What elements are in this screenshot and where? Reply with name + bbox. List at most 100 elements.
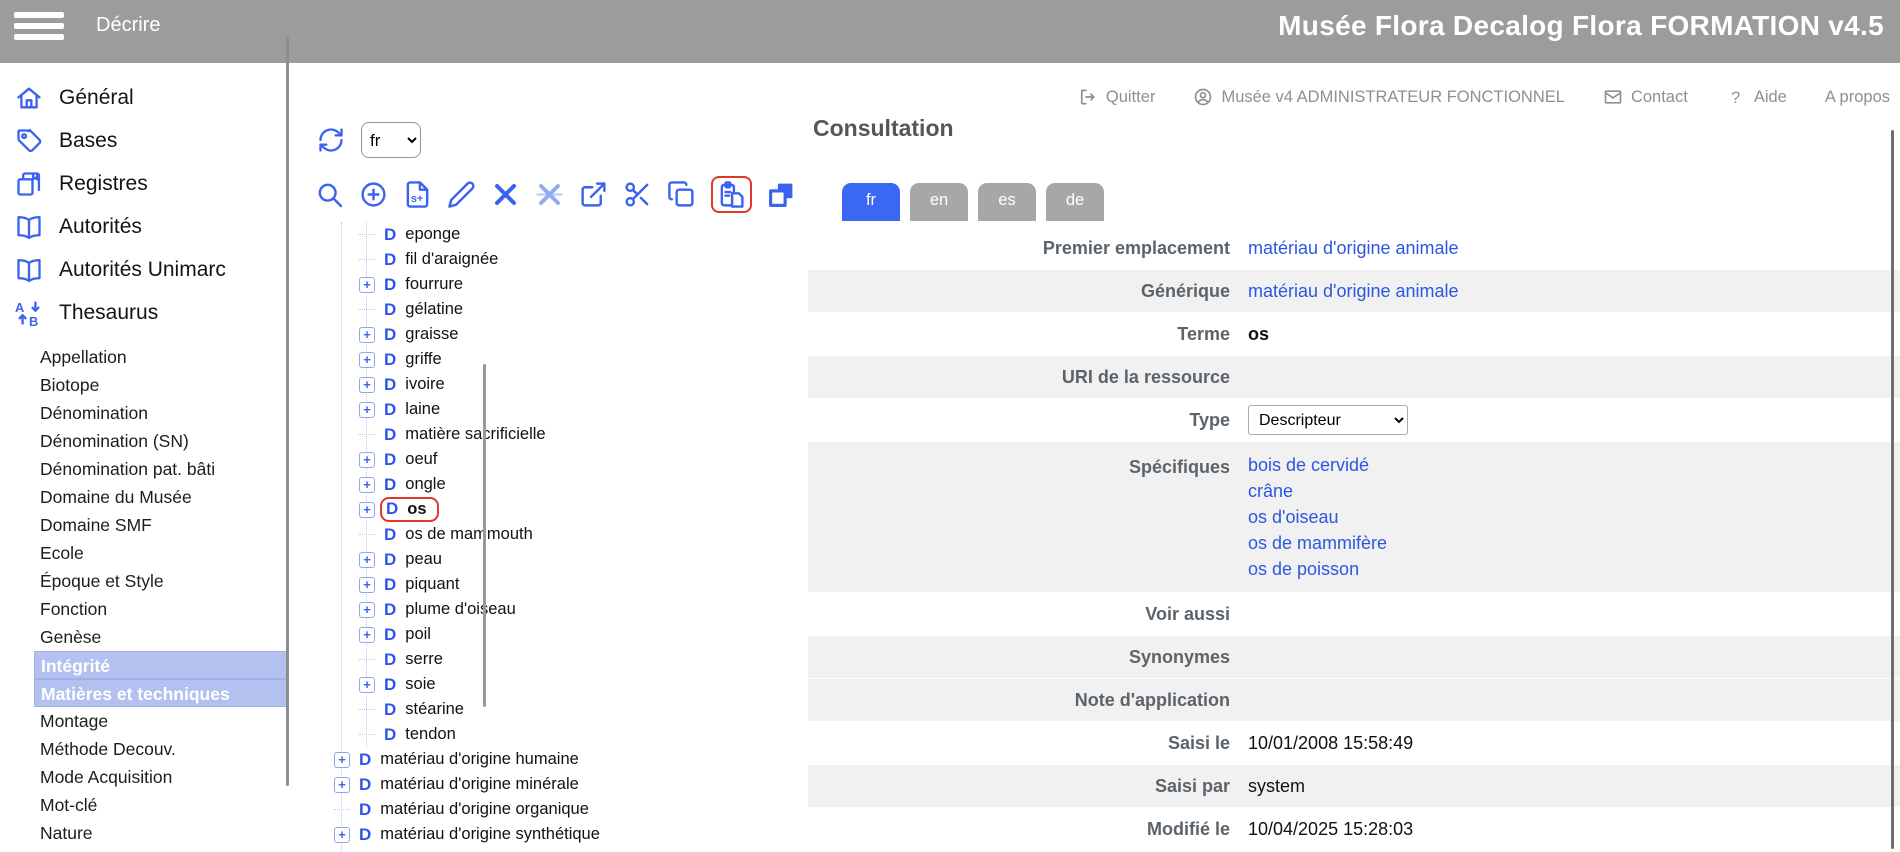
tree-scrollbar[interactable] bbox=[483, 364, 486, 707]
expand-plus-icon[interactable]: + bbox=[359, 352, 375, 368]
tree-node-label[interactable]: oeuf bbox=[405, 450, 437, 469]
tree-node-label[interactable]: eponge bbox=[405, 225, 460, 244]
add-term-icon[interactable] bbox=[359, 180, 388, 209]
tree-node-label[interactable]: plume d'oiseau bbox=[405, 600, 515, 619]
tree-node-label[interactable]: ivoire bbox=[405, 375, 444, 394]
tree-node-label[interactable]: griffe bbox=[405, 350, 441, 369]
add-document-icon[interactable]: s+ bbox=[403, 180, 432, 209]
tree-node-label[interactable]: ongle bbox=[405, 475, 445, 494]
expand-plus-icon[interactable]: + bbox=[359, 477, 375, 493]
specific-term-link[interactable]: os de poisson bbox=[1248, 556, 1359, 582]
open-external-icon[interactable] bbox=[579, 180, 608, 209]
tree-node-label[interactable]: stéarine bbox=[405, 700, 464, 719]
tree-node-label[interactable]: laine bbox=[405, 400, 440, 419]
thesaurus-category-ecole[interactable]: Ecole bbox=[34, 539, 287, 567]
expand-plus-icon[interactable]: + bbox=[334, 752, 350, 768]
refresh-icon[interactable] bbox=[317, 126, 345, 154]
tree-node-label[interactable]: matériau d'origine organique bbox=[380, 800, 589, 819]
help-link[interactable]: ?Aide bbox=[1726, 87, 1787, 107]
thesaurus-category-denomination[interactable]: Dénomination bbox=[34, 399, 287, 427]
thesaurus-category-denomination-sn[interactable]: Dénomination (SN) bbox=[34, 427, 287, 455]
sidebar-item-thesaurus[interactable]: ABThesaurus bbox=[0, 291, 287, 334]
thesaurus-category-genese[interactable]: Genèse bbox=[34, 623, 287, 651]
thesaurus-category-matieres-et-techniques[interactable]: Matières et techniques bbox=[34, 679, 287, 707]
expand-plus-icon[interactable]: + bbox=[334, 777, 350, 793]
expand-plus-icon[interactable]: + bbox=[334, 827, 350, 843]
term-link[interactable]: matériau d'origine animale bbox=[1248, 238, 1459, 259]
thesaurus-category-appellation[interactable]: Appellation bbox=[34, 343, 287, 371]
tree-node-label[interactable]: peau bbox=[405, 550, 442, 569]
edit-icon[interactable] bbox=[447, 180, 476, 209]
paste-icon[interactable] bbox=[717, 180, 746, 209]
thesaurus-category-fonction[interactable]: Fonction bbox=[34, 595, 287, 623]
expand-plus-icon[interactable]: + bbox=[359, 552, 375, 568]
thesaurus-category-biotope[interactable]: Biotope bbox=[34, 371, 287, 399]
sidebar-scrollbar[interactable] bbox=[286, 37, 289, 786]
specific-term-link[interactable]: crâne bbox=[1248, 478, 1293, 504]
specific-term-link[interactable]: bois de cervidé bbox=[1248, 452, 1369, 478]
thesaurus-category-domaine-du-musee[interactable]: Domaine du Musée bbox=[34, 483, 287, 511]
tree-node-label[interactable]: soie bbox=[405, 675, 435, 694]
delete-icon[interactable] bbox=[491, 180, 520, 209]
specific-term-link[interactable]: os de mammifère bbox=[1248, 530, 1387, 556]
language-tab-en[interactable]: en bbox=[910, 183, 968, 221]
specific-term-link[interactable]: os d'oiseau bbox=[1248, 504, 1339, 530]
thesaurus-category-methode-decouv[interactable]: Méthode Decouv. bbox=[34, 735, 287, 763]
cut-icon[interactable] bbox=[623, 180, 652, 209]
page-scrollbar[interactable] bbox=[1891, 130, 1894, 849]
duplicate-icon[interactable] bbox=[767, 180, 796, 209]
expand-plus-icon[interactable]: + bbox=[359, 377, 375, 393]
expand-plus-icon[interactable]: + bbox=[359, 327, 375, 343]
thesaurus-category-mode-acquisition[interactable]: Mode Acquisition bbox=[34, 763, 287, 791]
expand-plus-icon[interactable]: + bbox=[359, 677, 375, 693]
copy-icon[interactable] bbox=[667, 180, 696, 209]
expand-plus-icon[interactable]: + bbox=[359, 277, 375, 293]
search-icon[interactable] bbox=[315, 180, 344, 209]
tree-node-label[interactable]: matériau d'origine synthétique bbox=[380, 825, 600, 844]
thesaurus-category-domaine-smf[interactable]: Domaine SMF bbox=[34, 511, 287, 539]
tree-node-label[interactable]: matériau d'origine humaine bbox=[380, 750, 579, 769]
tree-node-label[interactable]: piquant bbox=[405, 575, 459, 594]
expand-plus-icon[interactable]: + bbox=[359, 602, 375, 618]
tree-node-label[interactable]: tendon bbox=[405, 725, 455, 744]
language-tab-fr[interactable]: fr bbox=[842, 183, 900, 221]
user-account[interactable]: Musée v4 ADMINISTRATEUR FONCTIONNEL bbox=[1193, 87, 1565, 107]
sidebar-item-autorites[interactable]: Autorités bbox=[0, 205, 287, 248]
expand-plus-icon[interactable]: + bbox=[359, 502, 375, 518]
tree-node-label[interactable]: os bbox=[407, 500, 426, 519]
sidebar-item-autorites-unimarc[interactable]: Autorités Unimarc bbox=[0, 248, 287, 291]
sidebar-item-bases[interactable]: Bases bbox=[0, 119, 287, 162]
expand-plus-icon[interactable]: + bbox=[359, 577, 375, 593]
thesaurus-category-motcle[interactable]: Mot-clé bbox=[34, 791, 287, 819]
tree-node-label[interactable]: fourrure bbox=[405, 275, 463, 294]
tree-node-label[interactable]: gélatine bbox=[405, 300, 463, 319]
tree-node-label[interactable]: matériau d'origine minérale bbox=[380, 775, 579, 794]
type-select[interactable]: Descripteur bbox=[1248, 405, 1408, 435]
tree-node-label[interactable]: os de mammouth bbox=[405, 525, 532, 544]
thesaurus-category-denomination-pat-bati[interactable]: Dénomination pat. bâti bbox=[34, 455, 287, 483]
tree-node-label[interactable]: poil bbox=[405, 625, 431, 644]
sidebar-item-general[interactable]: Général bbox=[0, 76, 287, 119]
tree-node-label[interactable]: matière sacrificielle bbox=[405, 425, 545, 444]
expand-plus-icon[interactable]: + bbox=[359, 452, 375, 468]
tree-language-select[interactable]: fr bbox=[361, 122, 421, 158]
contact-link[interactable]: Contact bbox=[1603, 87, 1688, 107]
language-tab-de[interactable]: de bbox=[1046, 183, 1104, 221]
sidebar-item-registres[interactable]: Registres bbox=[0, 162, 287, 205]
quit-link[interactable]: Quitter bbox=[1078, 87, 1156, 107]
tree-node-label[interactable]: fil d'araignée bbox=[405, 250, 498, 269]
delete-disabled-icon[interactable] bbox=[535, 180, 564, 209]
about-link[interactable]: A propos bbox=[1825, 88, 1890, 107]
expand-plus-icon[interactable]: + bbox=[359, 627, 375, 643]
expand-plus-icon[interactable]: + bbox=[359, 402, 375, 418]
term-link[interactable]: matériau d'origine animale bbox=[1248, 281, 1459, 302]
thesaurus-category-montage[interactable]: Montage bbox=[34, 707, 287, 735]
thesaurus-category-epoque-et-style[interactable]: Époque et Style bbox=[34, 567, 287, 595]
thesaurus-category-nature[interactable]: Nature bbox=[34, 819, 287, 847]
thesaurus-category-integrite[interactable]: Intégrité bbox=[34, 651, 287, 679]
language-tab-es[interactable]: es bbox=[978, 183, 1036, 221]
tree-node-label[interactable]: graisse bbox=[405, 325, 458, 344]
menu-hamburger-icon[interactable] bbox=[14, 12, 64, 40]
tree-node-label[interactable]: serre bbox=[405, 650, 443, 669]
field-row-premier-emplacement: Premier emplacementmatériau d'origine an… bbox=[808, 227, 1900, 269]
